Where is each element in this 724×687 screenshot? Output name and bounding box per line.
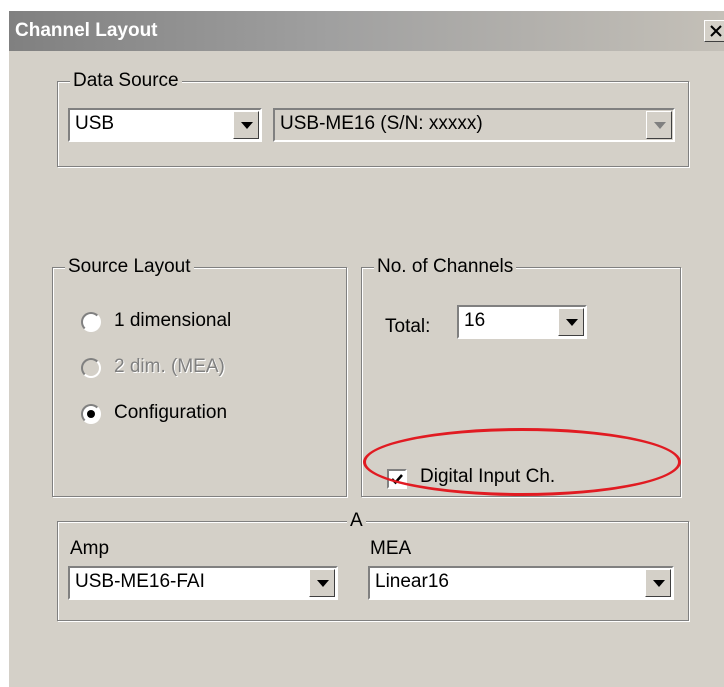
amp-mea-group: A Amp USB-ME16-FAI MEA Linear16 <box>57 509 689 621</box>
radio-configuration[interactable]: Configuration <box>81 402 301 430</box>
radio-2-dim-mea[interactable]: 2 dim. (MEA) <box>81 356 301 384</box>
radio-button[interactable] <box>81 312 101 332</box>
data-source-legend: Data Source <box>70 69 182 93</box>
title-bar[interactable]: Channel Layout <box>9 11 724 51</box>
interface-select[interactable]: USB <box>68 108 262 142</box>
mea-select[interactable]: Linear16 <box>368 566 674 600</box>
mea-label: MEA <box>370 538 412 559</box>
radio-label: 1 dimensional <box>114 310 232 331</box>
chevron-down-icon <box>317 580 329 587</box>
radio-button[interactable] <box>81 404 101 424</box>
device-value: USB-ME16 (S/N: xxxxx) <box>280 113 483 134</box>
chevron-down-icon <box>653 580 665 587</box>
amp-mea-legend: A <box>347 509 366 533</box>
chevron-down-icon <box>654 122 666 129</box>
data-source-group: Data Source USB USB-ME16 (S/N: xxxxx) <box>57 69 689 167</box>
total-channels-value: 16 <box>464 310 486 331</box>
total-label: Total: <box>385 316 431 337</box>
radio-1-dimensional[interactable]: 1 dimensional <box>81 310 301 338</box>
amp-select[interactable]: USB-ME16-FAI <box>68 566 338 600</box>
radio-button[interactable] <box>81 358 101 378</box>
channel-layout-dialog: Channel Layout Data Source USB USB-ME16 … <box>8 10 724 687</box>
amp-dropdown-button[interactable] <box>309 569 335 597</box>
close-button[interactable] <box>704 20 724 42</box>
source-layout-legend: Source Layout <box>65 255 194 279</box>
source-layout-group: Source Layout 1 dimensional 2 dim. (MEA)… <box>52 255 347 497</box>
interface-value: USB <box>75 113 115 134</box>
radio-selected-dot <box>87 410 95 418</box>
radio-label: Configuration <box>114 402 228 423</box>
amp-value: USB-ME16-FAI <box>75 571 205 592</box>
chevron-down-icon <box>241 122 253 129</box>
channels-legend: No. of Channels <box>374 255 517 279</box>
mea-dropdown-button[interactable] <box>645 569 671 597</box>
close-icon <box>710 25 722 37</box>
device-select[interactable]: USB-ME16 (S/N: xxxxx) <box>273 108 675 142</box>
window-title: Channel Layout <box>15 20 158 41</box>
amp-label: Amp <box>70 538 110 559</box>
total-channels-select[interactable]: 16 <box>457 305 587 339</box>
radio-label: 2 dim. (MEA) <box>114 356 225 377</box>
device-dropdown-button[interactable] <box>646 111 672 139</box>
mea-value: Linear16 <box>375 571 449 592</box>
chevron-down-icon <box>566 319 578 326</box>
interface-dropdown-button[interactable] <box>233 111 259 139</box>
total-channels-dropdown-button[interactable] <box>558 308 584 336</box>
highlight-annotation <box>363 428 681 496</box>
